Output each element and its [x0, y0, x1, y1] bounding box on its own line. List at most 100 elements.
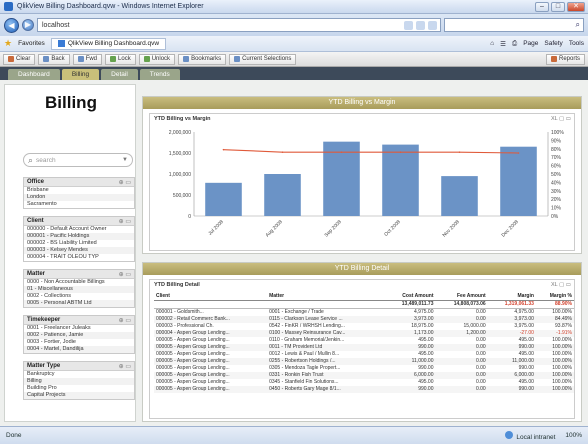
search-input[interactable]: ⌕ search ▼: [23, 153, 133, 167]
listbox-header[interactable]: Office ⊕ ▭: [24, 178, 134, 187]
close-button[interactable]: ✕: [567, 2, 585, 12]
list-item[interactable]: 0002 - Collections: [24, 293, 134, 300]
table-row[interactable]: 000005 - Aspen Group Lending... 0011 - TM…: [154, 343, 574, 351]
web-search-field[interactable]: ⌕: [444, 18, 584, 32]
address-field[interactable]: localhost: [37, 18, 441, 32]
total-cell: 88.90%: [535, 300, 574, 309]
back-selection-button[interactable]: Back: [38, 53, 70, 65]
table-row[interactable]: 000005 - Aspen Group Lending... 0255 - Ro…: [154, 357, 574, 365]
command-page[interactable]: Page: [523, 40, 538, 48]
margin-line: [223, 149, 519, 154]
column-header[interactable]: Margin: [487, 292, 536, 301]
listbox-menu-icon[interactable]: ⊕ ▭: [119, 179, 131, 186]
lock-button[interactable]: Lock: [105, 53, 136, 65]
list-item[interactable]: 0005 - Personal ABTM Ltd: [24, 300, 134, 307]
listbox-menu-icon[interactable]: ⊕ ▭: [119, 363, 131, 370]
favorites-star-icon[interactable]: ★: [4, 38, 12, 49]
listbox-menu-icon[interactable]: ⊕ ▭: [119, 317, 131, 324]
list-item[interactable]: 000004 - TRAIT OLEOU TYP: [24, 254, 134, 261]
tab-detail[interactable]: Detail: [101, 69, 138, 80]
billing-margin-chart[interactable]: 0 500,000 1,000,000 1,500,000 2,000,000 0% 10%…: [150, 124, 574, 250]
forward-button[interactable]: ▶: [22, 19, 34, 31]
unlock-button[interactable]: Unlock: [138, 53, 176, 65]
list-item[interactable]: 000000 - Default Account Owner: [24, 226, 134, 233]
table-row[interactable]: 000005 - Aspen Group Lending... 0110 - Gr…: [154, 337, 574, 344]
favorites-label[interactable]: Favorites: [18, 40, 45, 47]
bookmarks-button[interactable]: Bookmarks: [178, 53, 227, 65]
tab-billing[interactable]: Billing: [61, 69, 100, 80]
table-row[interactable]: 000005 - Aspen Group Lending... 0345 - St…: [154, 379, 574, 386]
list-item[interactable]: Billing: [24, 378, 134, 385]
stop-icon[interactable]: [428, 20, 437, 30]
listbox-client[interactable]: Client ⊕ ▭ 000000 - Default Account Owner 0…: [23, 216, 135, 262]
maximize-button[interactable]: □: [551, 2, 565, 12]
list-item[interactable]: 000002 - BS Liability Limited: [24, 240, 134, 247]
refresh-icon[interactable]: [416, 20, 425, 30]
command-safety[interactable]: Safety: [544, 40, 562, 48]
listbox-header[interactable]: Matter ⊕ ▭: [24, 270, 134, 279]
clear-button[interactable]: Clear: [3, 53, 36, 65]
browser-tab[interactable]: QlikView Billing Dashboard.qvw: [50, 37, 167, 50]
column-header[interactable]: Client: [154, 292, 268, 301]
listbox-timekeeper[interactable]: Timekeeper ⊕ ▭ 0001 - Freelancer Juleaks 00…: [23, 315, 135, 354]
print-icon[interactable]: ⎙: [512, 40, 517, 48]
list-item[interactable]: 000003 - Kelsey Mendes: [24, 247, 134, 254]
zoom-level[interactable]: 100%: [565, 432, 582, 439]
listbox-matter-type[interactable]: Matter Type ⊕ ▭ Bankruptcy Billing Building …: [23, 361, 135, 400]
table-row[interactable]: 000005 - Aspen Group Lending... 0331 - Ro…: [154, 371, 574, 379]
list-item[interactable]: 01 - Miscellaneous: [24, 286, 134, 293]
tab-trends[interactable]: Trends: [139, 69, 180, 80]
table-tools-icons[interactable]: XL ▢ ▭: [551, 282, 571, 288]
reports-button[interactable]: Reports: [545, 53, 585, 65]
forward-selection-button[interactable]: Fwd: [72, 53, 103, 65]
listbox-header[interactable]: Matter Type ⊕ ▭: [24, 362, 134, 371]
list-item[interactable]: Building Pro: [24, 385, 134, 392]
listbox-menu-icon[interactable]: ⊕ ▭: [119, 218, 131, 225]
column-header[interactable]: Fee Amount: [435, 292, 488, 301]
table-row[interactable]: 000005 - Aspen Group Lending... 0012 - Le…: [154, 351, 574, 358]
list-item[interactable]: Brisbane: [24, 187, 134, 194]
search-placeholder: search: [36, 156, 56, 164]
tab-dashboard[interactable]: Dashboard: [8, 69, 60, 80]
column-header[interactable]: Margin %: [535, 292, 574, 301]
billing-detail-table[interactable]: Client Matter Cost Amount Fee Amount Margin M…: [154, 292, 574, 393]
feeds-icon[interactable]: ☰: [500, 40, 506, 48]
listbox-header[interactable]: Client ⊕ ▭: [24, 217, 134, 226]
table-row[interactable]: 000005 - Aspen Group Lending... 0450 - Ro…: [154, 385, 574, 393]
list-item[interactable]: 0000 - Non Accountable Billings: [24, 279, 134, 286]
list-item[interactable]: London: [24, 194, 134, 201]
list-item[interactable]: Bankruptcy: [24, 371, 134, 378]
listbox-menu-icon[interactable]: ⊕ ▭: [119, 271, 131, 278]
command-tools[interactable]: Tools: [569, 40, 584, 48]
listbox-title: Timekeeper: [27, 317, 61, 323]
table-row[interactable]: 000005 - Aspen Group Lending... 0305 - Me…: [154, 365, 574, 372]
list-item[interactable]: Sacramento: [24, 201, 134, 208]
column-header[interactable]: Matter: [267, 292, 384, 301]
table-row[interactable]: 000004 - Aspen Group Lending... 0100 - Ma…: [154, 329, 574, 337]
list-item[interactable]: 000001 - Pacific Holdings: [24, 233, 134, 240]
table-cell: 000005 - Aspen Group Lending...: [156, 378, 230, 385]
chart-tools-icons[interactable]: XL ▢ ▭: [551, 116, 571, 122]
list-item[interactable]: 0004 - Martel, Dandilija: [24, 346, 134, 353]
minimize-button[interactable]: –: [535, 2, 549, 12]
current-selections-button[interactable]: Current Selections: [229, 53, 297, 65]
table-row[interactable]: 000002 - Retail Commerc Bank... 0115 - Cl…: [154, 315, 574, 323]
listbox-office[interactable]: Office ⊕ ▭ Brisbane London Sacramento: [23, 177, 135, 209]
listbox-matter[interactable]: Matter ⊕ ▭ 0000 - Non Accountable Billings…: [23, 269, 135, 308]
y2-tick-label: 30%: [551, 189, 562, 195]
list-item[interactable]: 0002 - Patience, Jamie: [24, 332, 134, 339]
search-icon[interactable]: ⌕: [576, 20, 580, 30]
list-item[interactable]: 0001 - Freelancer Juleaks: [24, 325, 134, 332]
home-icon[interactable]: ⌂: [490, 40, 494, 48]
listbox-header[interactable]: Timekeeper ⊕ ▭: [24, 316, 134, 325]
table-cell: 3,973.00: [487, 315, 536, 323]
table-cell: 0.00: [435, 371, 488, 379]
list-item[interactable]: 0003 - Fortier, Jodie: [24, 339, 134, 346]
back-button[interactable]: ◀: [4, 17, 19, 33]
list-item[interactable]: Capital Projects: [24, 392, 134, 399]
table-row[interactable]: 000003 - Professional Ch. 0542 - FinKR / …: [154, 323, 574, 330]
table-row[interactable]: 000001 - Goldsmith... 0001 - Exchange / T…: [154, 308, 574, 316]
chevron-down-icon[interactable]: ▼: [122, 157, 128, 163]
column-header[interactable]: Cost Amount: [383, 292, 436, 301]
compat-view-icon[interactable]: [404, 20, 413, 30]
